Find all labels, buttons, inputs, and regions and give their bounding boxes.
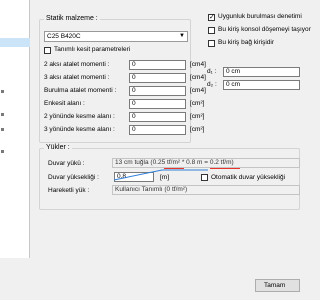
- live-load-field[interactable]: Kullanıcı Tanımlı (0 tf/m²): [112, 185, 300, 195]
- tie-beam-checkbox[interactable]: [208, 40, 215, 47]
- row-label-section-area: Enkesit alanı :: [44, 100, 85, 107]
- wall-height-label: Duvar yüksekliği :: [48, 174, 99, 181]
- row-label-shear-2: 2 yönünde kesme alanı :: [44, 113, 115, 120]
- material-select[interactable]: C25 B420C ▼: [44, 31, 188, 42]
- row-label-inertia-3: 3 aksı atalet momenti :: [44, 74, 110, 81]
- annotation-underline: [210, 168, 240, 169]
- wall-load-label: Duvar yükü :: [48, 160, 85, 167]
- row-label-shear-3: 3 yönünde kesme alanı :: [44, 126, 115, 133]
- static-material-title: Statik malzeme :: [44, 15, 100, 23]
- d1-input[interactable]: 0 cm: [223, 67, 300, 77]
- row-label-inertia-2: 2 aksı atalet momenti :: [44, 61, 110, 68]
- loads-title: Yükler :: [44, 144, 72, 152]
- tie-beam-label: Bu kiriş bağ kirişidir: [218, 39, 274, 46]
- d2-label: d₂ :: [207, 81, 217, 88]
- inertia-3-unit: [cm4]: [190, 74, 206, 81]
- inertia-3-input[interactable]: 0: [129, 73, 186, 83]
- custom-section-checkbox[interactable]: [44, 47, 51, 54]
- d2-input[interactable]: 0 cm: [223, 80, 300, 90]
- inertia-2-unit: [cm4]: [190, 61, 206, 68]
- torsion-inertia-input[interactable]: 0: [129, 86, 186, 96]
- tree-selected-item[interactable]: [0, 38, 30, 47]
- d1-label: d₁ :: [207, 68, 217, 75]
- checkmark-icon: ✓: [209, 14, 215, 21]
- ok-button[interactable]: Tamam: [255, 279, 300, 292]
- shear-2-unit: [cm²]: [190, 113, 205, 120]
- auto-wall-height-checkbox[interactable]: [201, 174, 208, 181]
- console-beam-checkbox[interactable]: [208, 27, 215, 34]
- torsion-check-checkbox[interactable]: ✓: [208, 14, 215, 21]
- row-label-torsion-inertia: Burulma atalet momenti :: [44, 87, 117, 94]
- annotation-arrow: [113, 169, 208, 181]
- shear-3-input[interactable]: 0: [129, 125, 186, 135]
- section-area-unit: [cm²]: [190, 100, 205, 107]
- tree-node-marker: [1, 113, 4, 116]
- tree-node-marker: [1, 128, 4, 131]
- custom-section-label: Tanımlı kesit parametreleri: [54, 46, 131, 53]
- inertia-2-input[interactable]: 0: [129, 60, 186, 70]
- torsion-inertia-unit: [cm4]: [190, 87, 206, 94]
- chevron-down-icon[interactable]: ▼: [179, 32, 185, 41]
- material-select-value: C25 B420C: [47, 33, 81, 40]
- console-beam-label: Bu kiriş konsol döşemeyi taşıyor: [218, 26, 311, 33]
- tree-node-marker: [1, 90, 4, 93]
- tree-node-marker: [1, 150, 4, 153]
- torsion-check-label: Uygunluk burulması denetimi: [218, 13, 302, 20]
- section-area-input[interactable]: 0: [129, 99, 186, 109]
- shear-2-input[interactable]: 0: [129, 112, 186, 122]
- live-load-label: Hareketli yük :: [48, 187, 90, 194]
- shear-3-unit: [cm²]: [190, 126, 205, 133]
- auto-wall-height-label: Otomatik duvar yüksekliği: [211, 174, 286, 181]
